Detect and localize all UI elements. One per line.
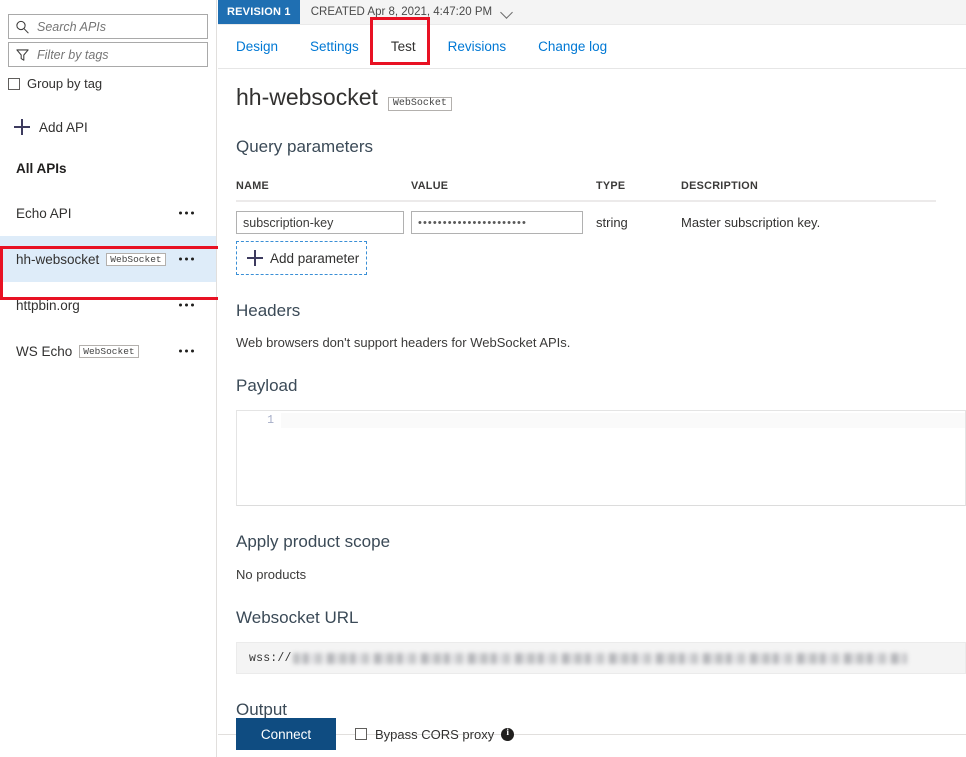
- tab-settings[interactable]: Settings: [310, 39, 359, 54]
- test-content: hh-websocket WebSocket Query parameters …: [218, 86, 966, 735]
- api-context-menu-icon[interactable]: [179, 212, 194, 215]
- api-name-label: WS EchoWebSocket: [16, 344, 139, 359]
- tab-bar: Design Settings Test Revisions Change log: [218, 25, 966, 69]
- page-title-row: hh-websocket WebSocket: [236, 86, 966, 111]
- tab-change-log[interactable]: Change log: [538, 39, 607, 54]
- websocket-url-scheme: wss://: [249, 652, 292, 665]
- api-management-test-page: Group by tag Add API All APIs Echo API hh…: [0, 0, 966, 757]
- table-header-row: NAME VALUE TYPE DESCRIPTION: [236, 180, 936, 202]
- column-header-name: NAME: [236, 180, 411, 192]
- sidebar-item-ws-echo[interactable]: WS EchoWebSocket: [0, 328, 216, 374]
- api-name-label: Echo API: [16, 206, 72, 221]
- filter-by-tags-input[interactable]: [8, 42, 208, 67]
- payload-code-area[interactable]: [281, 411, 965, 505]
- api-context-menu-icon[interactable]: [179, 304, 194, 307]
- websocket-url-heading: Websocket URL: [236, 608, 966, 628]
- search-field-wrap: [8, 14, 208, 39]
- revision-created-meta[interactable]: CREATED Apr 8, 2021, 4:47:20 PM: [300, 0, 514, 24]
- headers-note: Web browsers don't support headers for W…: [236, 335, 966, 350]
- column-header-description: DESCRIPTION: [681, 180, 931, 192]
- column-header-type: TYPE: [596, 180, 681, 192]
- main-panel: REVISION 1 CREATED Apr 8, 2021, 4:47:20 …: [218, 0, 966, 757]
- api-list: Echo API hh-websocketWebSocket httpbin.org…: [0, 190, 216, 374]
- websocket-url-redacted: [293, 653, 907, 664]
- param-name-cell: [236, 211, 411, 234]
- chevron-down-icon[interactable]: [501, 6, 514, 19]
- table-row: string Master subscription key.: [236, 202, 936, 234]
- param-description-cell: Master subscription key.: [681, 215, 931, 230]
- sidebar-item-httpbin-org[interactable]: httpbin.org: [0, 282, 216, 328]
- headers-heading: Headers: [236, 301, 966, 321]
- api-protocol-tag: WebSocket: [106, 253, 165, 267]
- api-name-label: hh-websocketWebSocket: [16, 252, 166, 267]
- websocket-url-box[interactable]: wss://: [236, 642, 966, 674]
- plus-icon: [247, 250, 263, 266]
- query-parameters-table: NAME VALUE TYPE DESCRIPTION string Maste…: [236, 180, 936, 275]
- add-api-label: Add API: [39, 120, 88, 135]
- param-value-cell: [411, 211, 596, 234]
- param-value-input[interactable]: [411, 211, 583, 234]
- tab-test[interactable]: Test: [391, 39, 416, 54]
- page-title: hh-websocket: [236, 86, 378, 109]
- revision-created-text: CREATED Apr 8, 2021, 4:47:20 PM: [311, 6, 492, 18]
- api-name-label: httpbin.org: [16, 298, 80, 313]
- bypass-cors-checkbox[interactable]: [355, 728, 367, 740]
- tab-revisions[interactable]: Revisions: [448, 39, 507, 54]
- payload-editor[interactable]: 1: [236, 410, 966, 506]
- filter-field-wrap: [8, 42, 208, 67]
- group-by-tag-row[interactable]: Group by tag: [8, 76, 208, 91]
- api-protocol-tag: WebSocket: [79, 345, 138, 359]
- api-context-menu-icon[interactable]: [179, 350, 194, 353]
- revision-bar: REVISION 1 CREATED Apr 8, 2021, 4:47:20 …: [218, 0, 966, 25]
- param-name-input[interactable]: [236, 211, 404, 234]
- api-list-sidebar: Group by tag Add API All APIs Echo API hh…: [0, 0, 217, 757]
- tab-design[interactable]: Design: [236, 39, 278, 54]
- column-header-value: VALUE: [411, 180, 596, 192]
- product-scope-note: No products: [236, 567, 966, 582]
- payload-heading: Payload: [236, 376, 966, 396]
- all-apis-heading: All APIs: [16, 161, 216, 176]
- bypass-cors-row[interactable]: Bypass CORS proxy i: [355, 727, 514, 742]
- product-scope-heading: Apply product scope: [236, 532, 966, 552]
- payload-line-number: 1: [237, 411, 281, 505]
- revision-badge: REVISION 1: [218, 0, 300, 24]
- info-icon[interactable]: i: [501, 728, 514, 741]
- connect-button[interactable]: Connect: [236, 718, 336, 750]
- page-title-protocol-tag: WebSocket: [388, 97, 452, 111]
- add-api-button[interactable]: Add API: [14, 119, 106, 135]
- sidebar-item-echo-api[interactable]: Echo API: [0, 190, 216, 236]
- group-by-tag-checkbox[interactable]: [8, 78, 20, 90]
- action-bar: Connect Bypass CORS proxy i: [236, 711, 514, 757]
- search-input[interactable]: [8, 14, 208, 39]
- group-by-tag-label: Group by tag: [27, 76, 102, 91]
- param-type-cell: string: [596, 215, 681, 230]
- add-parameter-button[interactable]: Add parameter: [236, 241, 367, 275]
- payload-active-line: [281, 413, 965, 428]
- plus-icon: [14, 119, 30, 135]
- add-parameter-label: Add parameter: [270, 251, 359, 266]
- bypass-cors-label: Bypass CORS proxy: [375, 727, 494, 742]
- query-parameters-heading: Query parameters: [236, 137, 966, 157]
- sidebar-item-hh-websocket[interactable]: hh-websocketWebSocket: [0, 236, 216, 282]
- api-context-menu-icon[interactable]: [179, 258, 194, 261]
